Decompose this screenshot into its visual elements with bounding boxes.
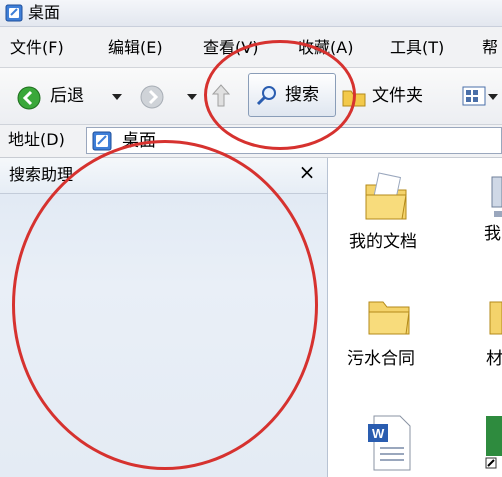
folder-icon [368, 301, 410, 335]
forward-dropdown-icon[interactable] [187, 94, 197, 100]
window-title: 桌面 [28, 3, 61, 22]
close-icon[interactable]: × [296, 160, 318, 184]
address-label: 地址(D) [8, 130, 65, 149]
my-documents-icon [365, 172, 407, 220]
back-button[interactable]: 后退 [10, 80, 110, 112]
file-label: 我 [484, 224, 501, 244]
annotation-circle-pane [12, 140, 318, 470]
menu-edit[interactable]: 编辑(E) [108, 36, 163, 60]
svg-text:W: W [372, 426, 385, 441]
word-document-icon: W [368, 415, 411, 471]
file-label: 材 [486, 349, 502, 369]
folders-label: 文件夹 [372, 86, 423, 106]
file-label: 我的文档 [349, 232, 417, 252]
views-icon[interactable] [462, 85, 486, 107]
menu-help[interactable]: 帮 [482, 36, 498, 60]
file-item[interactable]: W [360, 410, 420, 477]
excel-shortcut-icon [485, 416, 502, 469]
back-label: 后退 [50, 86, 84, 106]
annotation-circle-search [204, 40, 356, 150]
file-item[interactable]: 材 [480, 290, 502, 380]
forward-arrow-icon[interactable] [139, 84, 165, 110]
menu-file[interactable]: 文件(F) [10, 36, 64, 60]
back-dropdown-icon[interactable] [112, 94, 122, 100]
file-item[interactable]: 我的文档 [340, 165, 440, 265]
file-item[interactable] [480, 410, 502, 477]
file-label: 污水合同 [347, 349, 415, 369]
folder-icon [489, 301, 502, 335]
title-bar [0, 0, 502, 27]
file-item[interactable]: 我 [470, 165, 502, 265]
back-arrow-icon [17, 86, 41, 110]
file-item[interactable]: 污水合同 [335, 290, 445, 380]
desktop-icon [5, 4, 23, 22]
my-computer-icon [491, 176, 502, 217]
desktop-icon [92, 131, 112, 151]
menu-tools[interactable]: 工具(T) [390, 36, 444, 60]
views-dropdown-icon[interactable] [488, 94, 498, 100]
